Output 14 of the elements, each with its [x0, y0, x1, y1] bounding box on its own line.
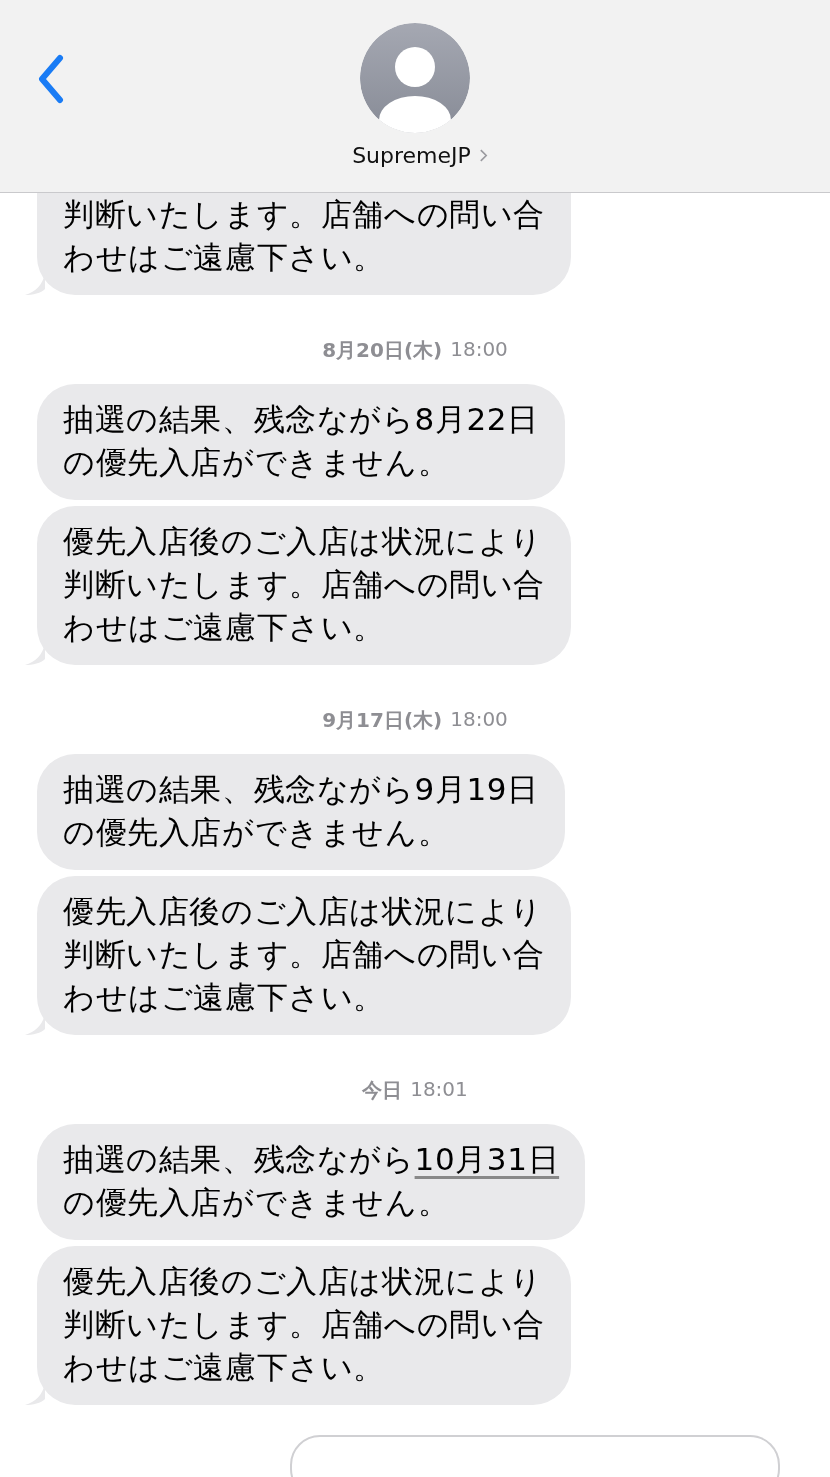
back-icon[interactable] [36, 54, 66, 104]
contact-name[interactable]: SupremeJP [352, 143, 471, 168]
message-time: 18:00 [450, 337, 508, 363]
date-link[interactable]: 10月31日 [414, 1141, 560, 1177]
message-time: 18:01 [410, 1077, 468, 1103]
message-date: 9月17日(木) [322, 707, 443, 734]
message-bubble: 抽選の結果、残念ながら 10月31日 の優先入店ができません。 [37, 1124, 586, 1240]
message-bubble: 抽選の結果、残念ながら8月22日 の優先入店ができません。 [37, 384, 565, 500]
message-time: 18:00 [450, 707, 508, 733]
chevron-icon [478, 148, 488, 163]
message-date: 8月20日(木) [322, 337, 443, 364]
message-date: 今日 [362, 1077, 403, 1104]
message-bubble: 抽選の結果、残念ながら9月19日 の優先入店ができません。 [37, 754, 565, 870]
avatar-icon[interactable] [360, 23, 470, 133]
